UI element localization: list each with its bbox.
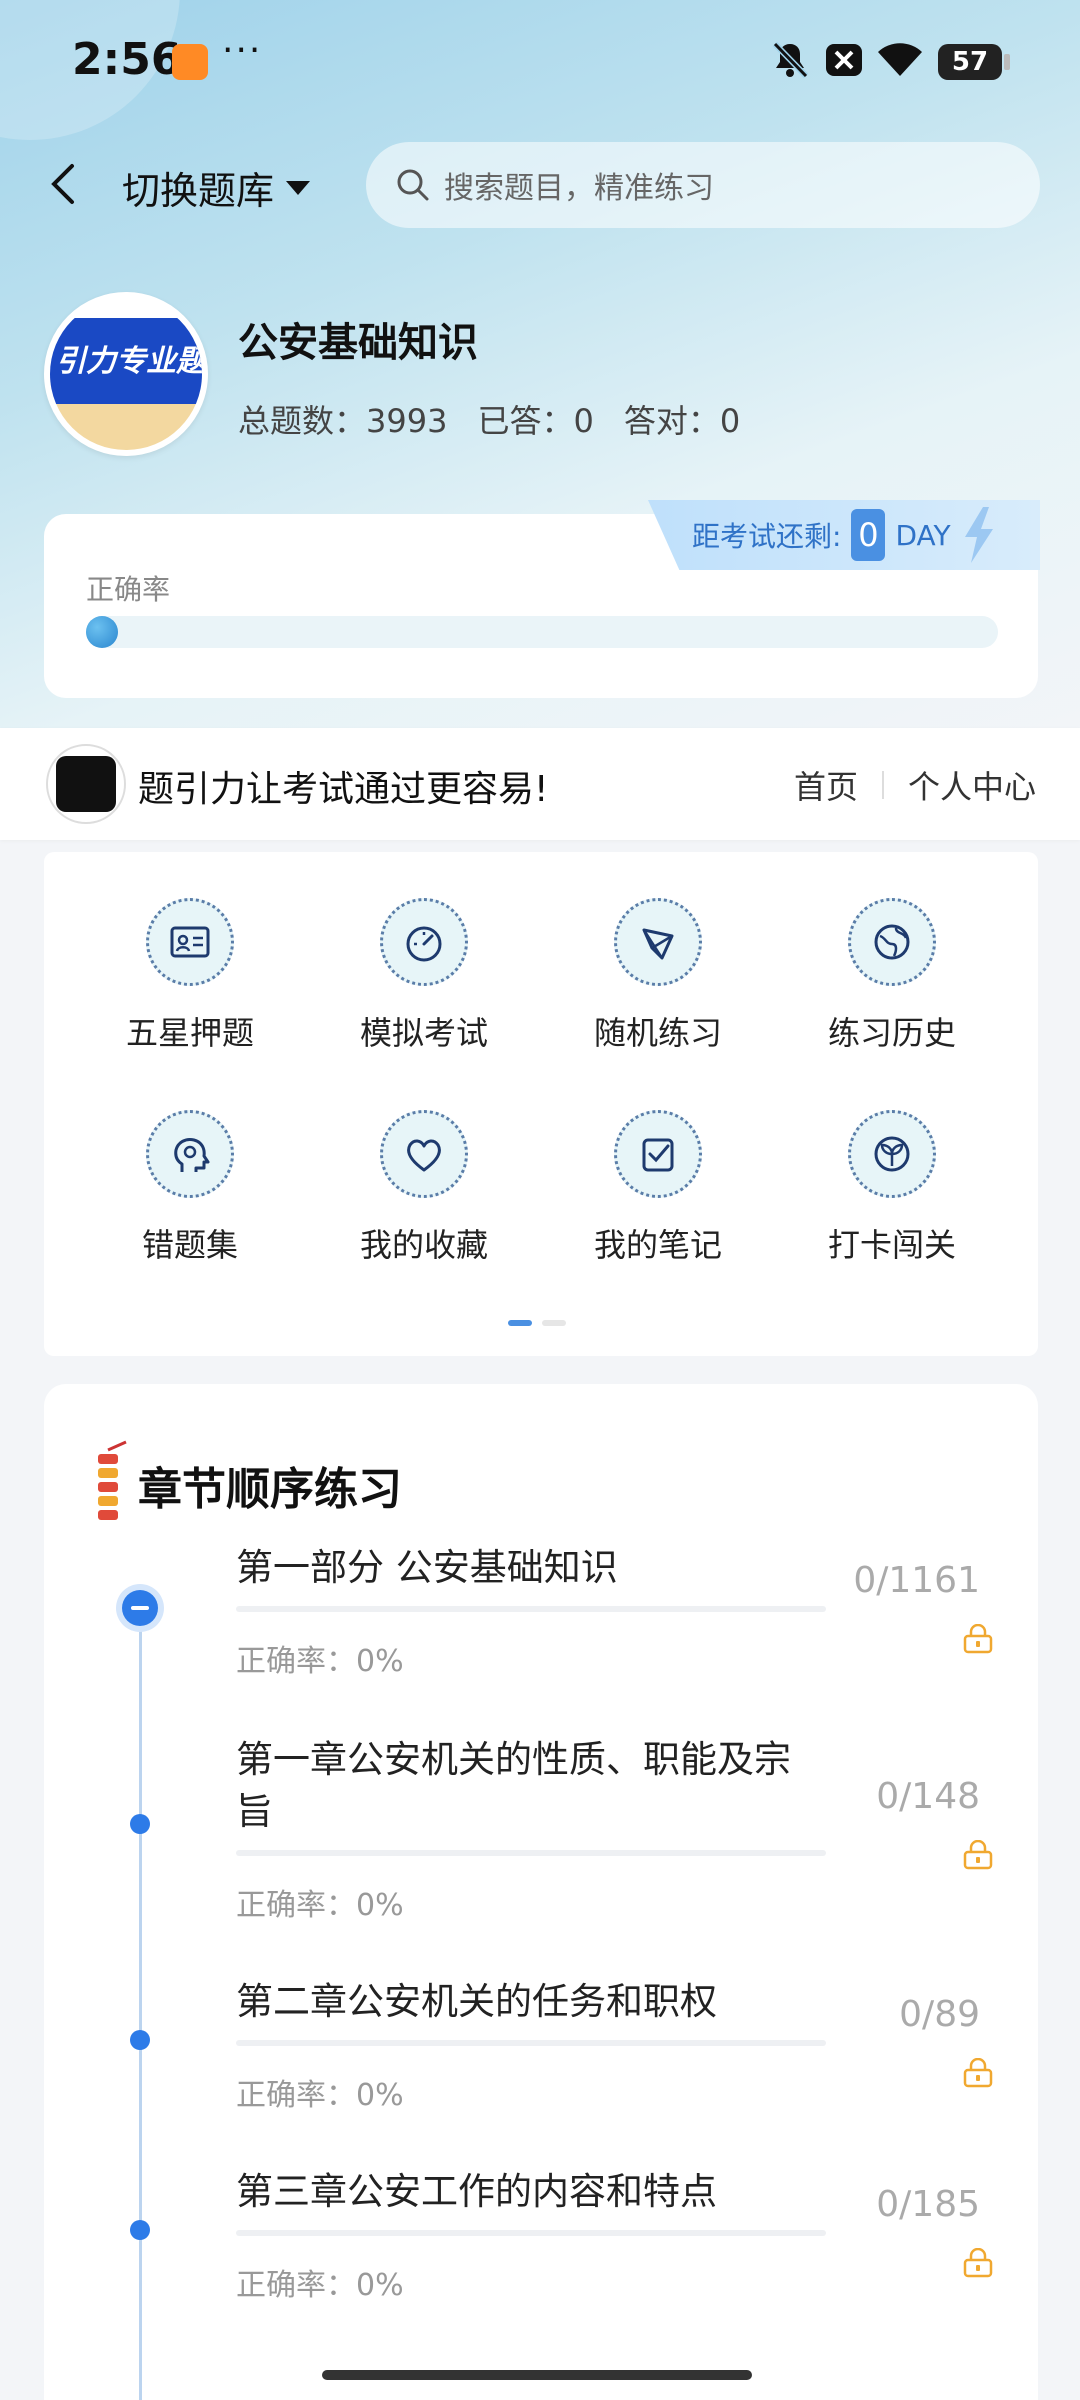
chapter-count: 0/185: [876, 2184, 980, 2225]
grid-item-label: 模拟考试: [359, 1014, 488, 1052]
grid-item-label: 我的笔记: [593, 1226, 722, 1264]
grid-page-indicator: [508, 1320, 566, 1326]
chapter-accuracy: 正确率：0%: [236, 1644, 404, 1679]
grid-item-label: 练习历史: [827, 1014, 956, 1052]
close-box-icon: [826, 44, 862, 76]
bank-title: 公安基础知识: [238, 320, 478, 366]
chapter-accuracy: 正确率：0%: [236, 2268, 404, 2303]
grid-item-notes[interactable]: 我的笔记: [558, 1110, 758, 1266]
timeline-node: [130, 2220, 150, 2240]
heart-icon: [380, 1110, 468, 1198]
accuracy-label: 正确率: [86, 573, 171, 606]
lock-icon: [963, 2248, 993, 2278]
exam-countdown-tag: 距考试还剩: 0 DAY: [648, 500, 1040, 570]
page-dot: [542, 1320, 566, 1326]
chapter-name: 第一部分 公安基础知识: [236, 1546, 618, 1589]
switch-bank-dropdown[interactable]: 切换题库: [122, 160, 311, 215]
caret-down-icon: [286, 180, 311, 195]
exam-days-value: 0: [851, 509, 886, 561]
chapter-progress-bar: [236, 2040, 826, 2046]
sprout-icon: [848, 1110, 936, 1198]
network-icon: [614, 898, 702, 986]
head-icon: [146, 1110, 234, 1198]
chapter-item[interactable]: 第三章公安工作的内容和特点 正确率：0% 0/185: [236, 2166, 1036, 2304]
exam-countdown-label: 距考试还剩:: [692, 520, 842, 553]
lightning-icon: [964, 507, 993, 563]
slogan-text: 题引力让考试通过更容易!: [138, 769, 549, 810]
exam-days-unit: DAY: [895, 518, 951, 552]
chapter-section-title: 章节顺序练习: [138, 1464, 402, 1515]
accuracy-progress-knob: [86, 616, 118, 648]
gauge-icon: [380, 898, 468, 986]
grid-item-wrong-answers[interactable]: 错题集: [90, 1110, 290, 1266]
slogan-bar: 题引力让考试通过更容易! 首页 个人中心: [0, 728, 1080, 840]
chapter-progress-bar: [236, 1606, 826, 1612]
chapter-count: 0/89: [899, 1994, 980, 2035]
chapter-practice-card: 章节顺序练习 第一部分 公安基础知识 正确率：0% 0/1161 第一章公安机关…: [44, 1384, 1038, 2400]
chapter-item[interactable]: 第一章公安机关的性质、职能及宗旨 正确率：0% 0/148: [236, 1734, 1036, 1924]
bank-stats: 总题数：3993 已答：0 答对：0: [238, 396, 740, 442]
shopping-app-icon: [172, 44, 208, 80]
grid-item-label: 我的收藏: [359, 1226, 488, 1264]
timeline-node: [130, 2030, 150, 2050]
status-time: 2:56: [72, 34, 182, 85]
chapter-item[interactable]: 第一部分 公安基础知识 正确率：0% 0/1161: [236, 1542, 1036, 1680]
grid-item-label: 随机练习: [593, 1014, 722, 1052]
chapter-name: 第一章公安机关的性质、职能及宗旨: [236, 1738, 791, 1833]
search-icon: [397, 169, 429, 201]
chapter-progress-bar: [236, 2230, 826, 2236]
grid-item-favorites[interactable]: 我的收藏: [324, 1110, 524, 1266]
grid-item-history[interactable]: 练习历史: [792, 898, 992, 1054]
chapter-count: 0/1161: [853, 1560, 980, 1601]
accuracy-progress-bar: [86, 616, 998, 648]
link-divider: [881, 771, 884, 799]
note-check-icon: [614, 1110, 702, 1198]
chapter-timeline: [139, 1616, 142, 2400]
collapse-node-icon[interactable]: [122, 1590, 158, 1626]
grid-item-label: 打卡闯关: [827, 1226, 956, 1264]
firecracker-icon: [98, 1440, 127, 1520]
total-count: 总题数：3993: [238, 402, 448, 440]
search-input[interactable]: 搜索题目，精准练习: [366, 142, 1040, 228]
grid-item-check-in[interactable]: 打卡闯关: [792, 1110, 992, 1266]
id-card-icon: [146, 898, 234, 986]
back-arrow-icon[interactable]: [44, 160, 84, 208]
search-placeholder: 搜索题目，精准练习: [444, 171, 714, 206]
grid-item-mock-exam[interactable]: 模拟考试: [324, 898, 524, 1054]
grid-item-label: 五星押题: [125, 1014, 254, 1052]
personal-center-link[interactable]: 个人中心: [908, 762, 1036, 808]
chapter-progress-bar: [236, 1850, 826, 1856]
home-link[interactable]: 首页: [794, 762, 858, 808]
feature-grid: 五星押题 模拟考试 随机练习 练习历史 错题集 我的收藏 我的笔记 打卡闯关: [44, 852, 1038, 1356]
lock-icon: [963, 1840, 993, 1870]
mute-icon: [772, 41, 809, 79]
grid-item-five-star[interactable]: 五星押题: [90, 898, 290, 1054]
chapter-item[interactable]: 第二章公安机关的任务和职权 正确率：0% 0/89: [236, 1976, 1036, 2114]
switch-bank-label: 切换题库: [122, 169, 275, 213]
home-indicator[interactable]: [322, 2370, 752, 2380]
more-notifications-icon: ···: [222, 30, 263, 71]
brand-logo: [46, 744, 126, 824]
page-dot-active: [508, 1320, 532, 1326]
chapter-name: 第三章公安工作的内容和特点: [236, 2170, 717, 2213]
lock-icon: [963, 2058, 993, 2088]
globe-icon: [848, 898, 936, 986]
battery-indicator: 57: [938, 44, 1010, 80]
answered-count: 已答：0: [477, 402, 594, 440]
chapter-accuracy: 正确率：0%: [236, 1888, 404, 1923]
lock-icon: [963, 1624, 993, 1654]
chapter-count: 0/148: [876, 1776, 980, 1817]
correct-count: 答对：0: [623, 402, 741, 440]
chapter-name: 第二章公安机关的任务和职权: [236, 1980, 717, 2023]
chapter-accuracy: 正确率：0%: [236, 2078, 404, 2113]
question-bank-logo: 引力专业题: [44, 292, 208, 456]
wifi-icon: [878, 43, 922, 76]
status-bar: 2:56 ··· 57: [0, 0, 1080, 120]
grid-item-label: 错题集: [141, 1226, 238, 1264]
grid-item-random-practice[interactable]: 随机练习: [558, 898, 758, 1054]
timeline-node: [130, 1814, 150, 1834]
